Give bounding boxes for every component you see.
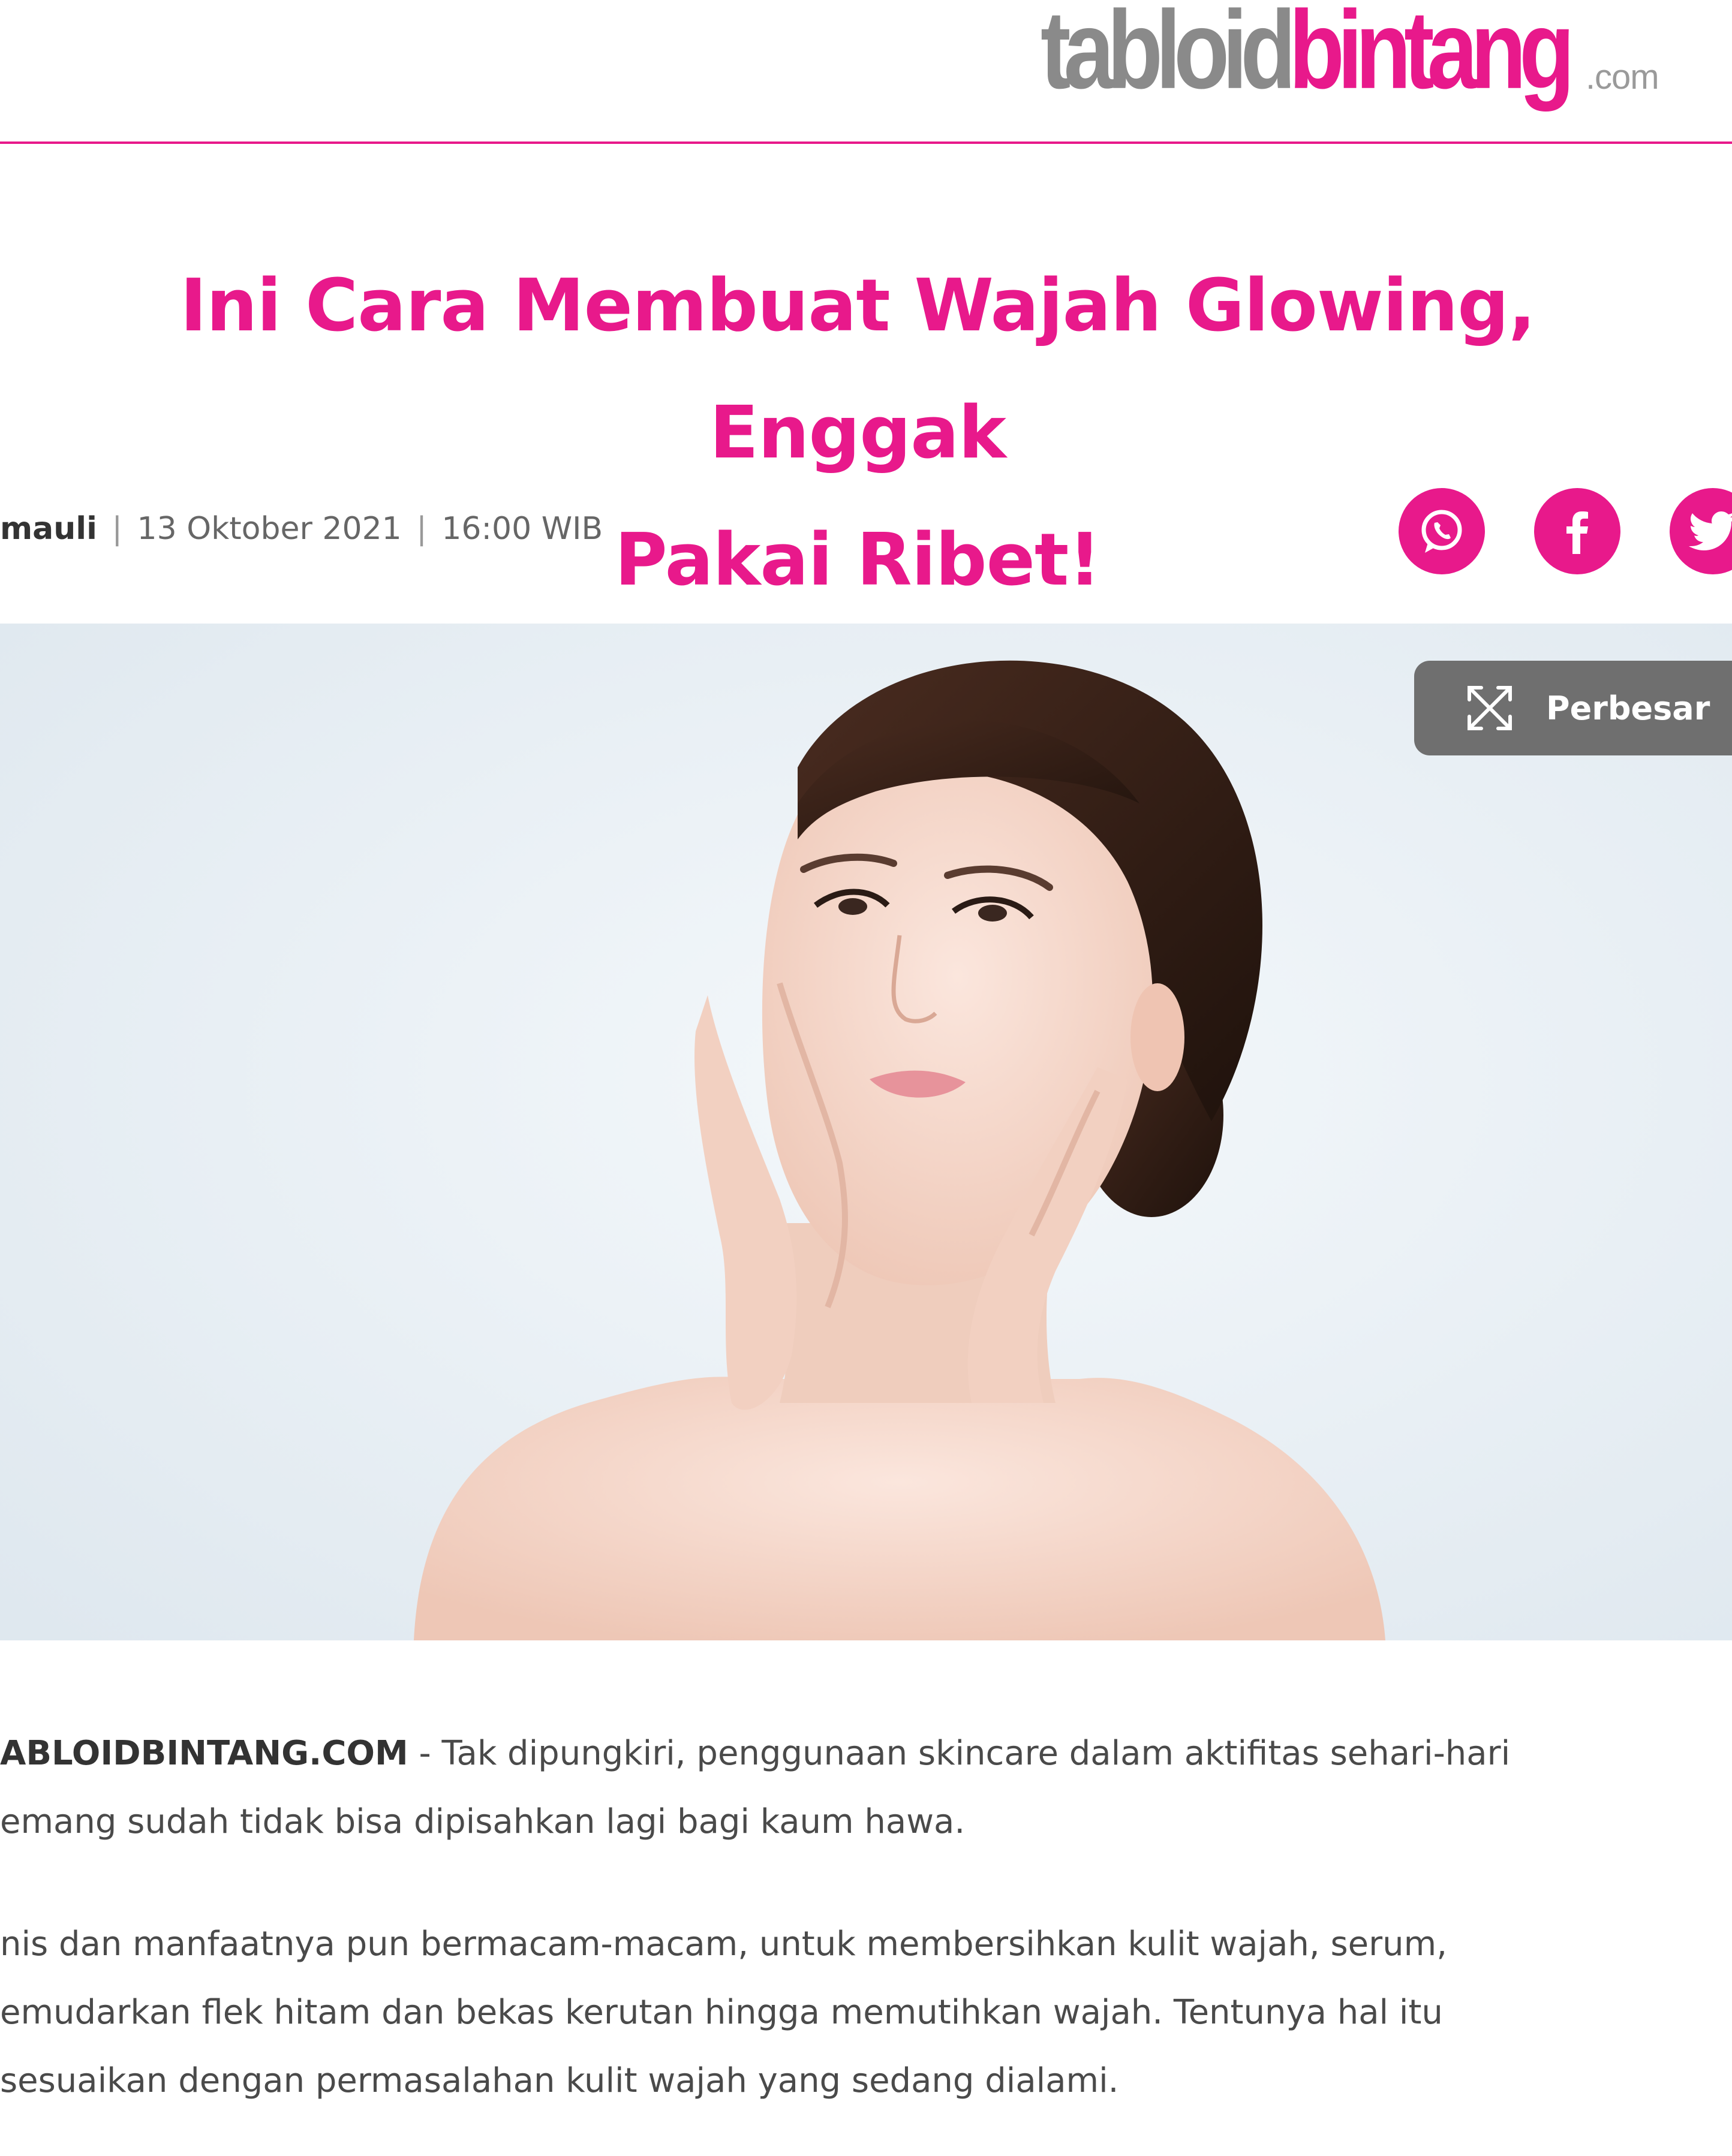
meta-separator: | xyxy=(112,511,123,547)
article-meta: mauli | 13 Oktober 2021 | 16:00 WIB xyxy=(0,511,603,547)
article-paragraph-2-line3: sesuaikan dengan permasalahan kulit waja… xyxy=(0,2061,1119,2100)
article-source-brand: ABLOIDBINTANG.COM xyxy=(0,1734,408,1773)
paragraph-text: - Tak dipungkiri, penggunaan skincare da… xyxy=(408,1734,1511,1773)
article-date: 13 Oktober 2021 xyxy=(137,511,402,547)
site-header: tabloid bintang .com xyxy=(0,0,1732,144)
zoom-image-button[interactable]: Perbesar xyxy=(1414,661,1732,755)
whatsapp-icon xyxy=(1421,510,1462,553)
meta-separator: | xyxy=(416,511,427,547)
article-paragraph-2-line1: nis dan manfaatnya pun bermacam-macam, u… xyxy=(0,1925,1448,1964)
logo-text-bintang: bintang xyxy=(1289,0,1575,112)
article-time: 16:00 WIB xyxy=(441,511,603,547)
article-hero-image[interactable] xyxy=(0,624,1732,1640)
site-logo[interactable]: tabloid bintang .com xyxy=(1041,0,1659,106)
header-divider xyxy=(0,141,1732,144)
share-facebook-button[interactable] xyxy=(1534,488,1620,574)
expand-icon xyxy=(1468,686,1512,730)
logo-text-tabloid: tabloid xyxy=(1041,0,1296,112)
logo-text-domain: .com xyxy=(1585,58,1659,97)
woman-portrait-illustration xyxy=(0,624,1732,1640)
article-paragraph-2-line2: emudarkan flek hitam dan bekas kerutan h… xyxy=(0,1993,1443,2032)
article-title-line2: Pakai Ribet! xyxy=(614,519,1101,602)
article-title-line1: Ini Cara Membuat Wajah Glowing, Enggak xyxy=(180,264,1536,475)
facebook-icon xyxy=(1566,511,1588,554)
article-paragraph-1-line1: ABLOIDBINTANG.COM - Tak dipungkiri, peng… xyxy=(0,1720,1703,1788)
zoom-label: Perbesar xyxy=(1546,689,1710,727)
article-paragraph-1-line2: emang sudah tidak bisa dipisahkan lagi b… xyxy=(0,1802,966,1841)
twitter-icon xyxy=(1689,511,1732,550)
article-author[interactable]: mauli xyxy=(0,511,97,547)
share-whatsapp-button[interactable] xyxy=(1399,488,1485,574)
